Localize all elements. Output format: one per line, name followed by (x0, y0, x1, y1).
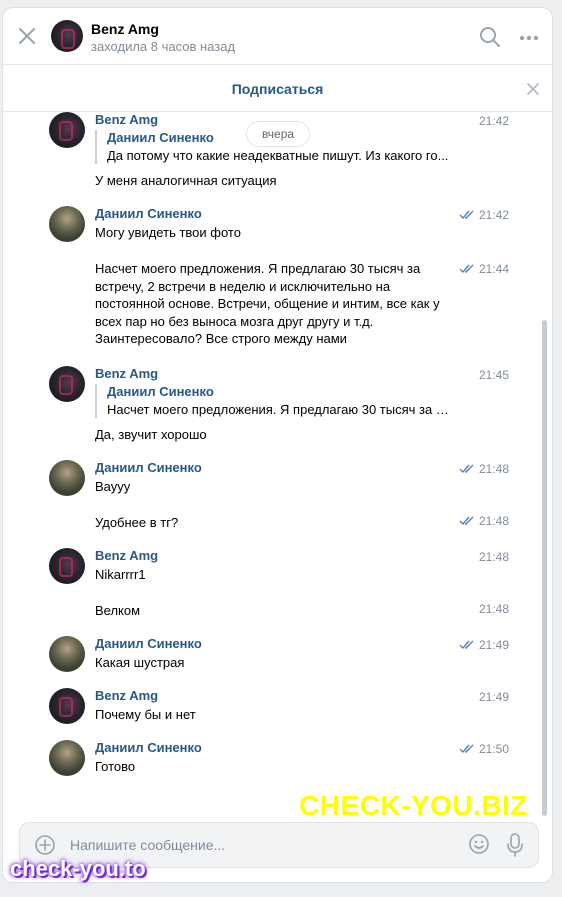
chat-title[interactable]: Benz Amg (91, 21, 159, 37)
message-text: Nikarrrr1 (95, 567, 146, 582)
read-checkmarks-icon (459, 264, 474, 274)
avatar[interactable] (51, 20, 83, 52)
avatar[interactable] (49, 740, 85, 776)
message-author[interactable]: Benz Amg (95, 548, 158, 563)
attach-icon[interactable] (34, 834, 56, 856)
message-time: 21:49 (479, 638, 510, 652)
message-author[interactable]: Даниил Синенко (95, 460, 202, 475)
avatar[interactable] (49, 206, 85, 242)
read-checkmarks-icon (459, 464, 474, 474)
close-icon[interactable] (17, 26, 37, 46)
quote-author: Даниил Синенко (107, 384, 214, 399)
message-list: Benz Amg 21:42 Даниил Синенко Да потому … (3, 112, 552, 812)
avatar[interactable] (49, 688, 85, 724)
message-time: 21:50 (479, 742, 510, 756)
read-checkmarks-icon (459, 640, 474, 650)
message-author[interactable]: Даниил Синенко (95, 636, 202, 651)
message-text: Могу увидеть твои фото (95, 225, 241, 240)
read-checkmarks-icon (459, 744, 474, 754)
avatar[interactable] (49, 112, 85, 148)
message-text: Вауyy (95, 479, 131, 494)
date-separator: вчера (247, 122, 309, 146)
message-time: 21:42 (479, 114, 510, 128)
microphone-icon[interactable] (507, 833, 523, 857)
read-checkmarks-icon (459, 210, 474, 220)
quote-text: Насчет моего предложения. Я предлагаю 30… (107, 402, 452, 417)
read-checkmarks-icon (459, 516, 474, 526)
message-input[interactable] (68, 833, 452, 857)
scrollbar[interactable] (542, 320, 547, 816)
reply-quote[interactable]: Даниил Синенко Насчет моего предложения.… (95, 384, 457, 418)
message-time: 21:45 (479, 368, 510, 382)
message-text: Велком (95, 603, 141, 618)
watermark: check-you.to (10, 856, 146, 881)
chat-header: Benz Amg заходила 8 часов назад (3, 8, 552, 65)
chat-panel: Benz Amg заходила 8 часов назад Подписат… (3, 8, 552, 882)
message-text: Готово (95, 759, 136, 774)
subscribe-bar: Подписаться (3, 65, 552, 112)
search-icon[interactable] (479, 26, 501, 48)
message-time: 21:44 (479, 262, 510, 276)
message-text: Какая шустрая (95, 655, 185, 670)
message-author[interactable]: Даниил Синенко (95, 740, 202, 755)
message-text: Насчет моего предложения. Я предлагаю 30… (95, 261, 440, 347)
watermark: CHECK-YOU.BIZ (299, 790, 528, 821)
message-text: Почему бы и нет (95, 707, 196, 722)
emoji-icon[interactable] (468, 833, 490, 855)
message-time: 21:48 (479, 602, 510, 616)
quote-text: Да потому что какие неадекватные пишут. … (107, 148, 449, 163)
message-time: 21:48 (479, 550, 510, 564)
message-author[interactable]: Даниил Синенко (95, 206, 202, 221)
subscribe-button[interactable]: Подписаться (3, 81, 552, 97)
last-seen-status: заходила 8 часов назад (91, 39, 236, 54)
message-author[interactable]: Benz Amg (95, 366, 158, 381)
message-time: 21:49 (479, 690, 510, 704)
more-icon[interactable] (519, 35, 539, 41)
message-author[interactable]: Benz Amg (95, 688, 158, 703)
quote-author: Даниил Синенко (107, 130, 214, 145)
message-time: 21:42 (479, 208, 510, 222)
avatar[interactable] (49, 460, 85, 496)
message-time: 21:48 (479, 514, 510, 528)
avatar[interactable] (49, 548, 85, 584)
message-time: 21:48 (479, 462, 510, 476)
avatar[interactable] (49, 366, 85, 402)
message-text: У меня аналогичная ситуация (95, 173, 277, 188)
message-author[interactable]: Benz Amg (95, 112, 158, 127)
avatar[interactable] (49, 636, 85, 672)
message-text: Да, звучит хорошо (95, 427, 207, 442)
message-text: Удобнее в тг? (95, 515, 179, 530)
close-icon[interactable] (526, 82, 540, 96)
